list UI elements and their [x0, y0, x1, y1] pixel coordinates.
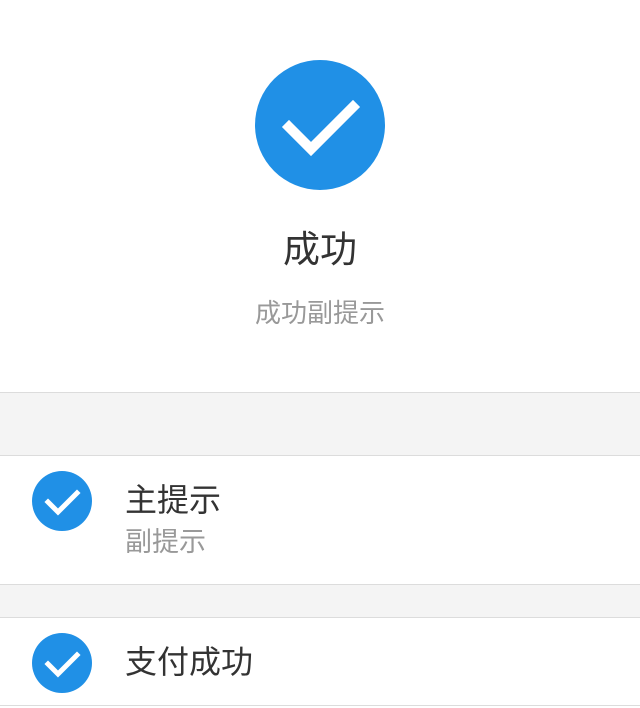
- section-separator: [0, 392, 640, 456]
- list-item-subtitle: 副提示: [125, 527, 206, 558]
- section-separator: [0, 584, 640, 618]
- success-check-icon: [32, 471, 92, 531]
- result-subtitle: 成功副提示: [254, 299, 385, 329]
- divider: [0, 705, 640, 706]
- success-check-icon: [255, 60, 385, 190]
- success-result-panel: 成功 成功副提示: [0, 0, 640, 392]
- list-item-title: 支付成功: [125, 643, 254, 681]
- result-title: 成功: [283, 228, 357, 271]
- success-check-icon: [32, 633, 92, 693]
- list-item-payment-success: 支付成功: [0, 618, 640, 705]
- list-item-main-prompt: 主提示 副提示: [0, 456, 640, 584]
- list-item-title: 主提示: [125, 481, 222, 519]
